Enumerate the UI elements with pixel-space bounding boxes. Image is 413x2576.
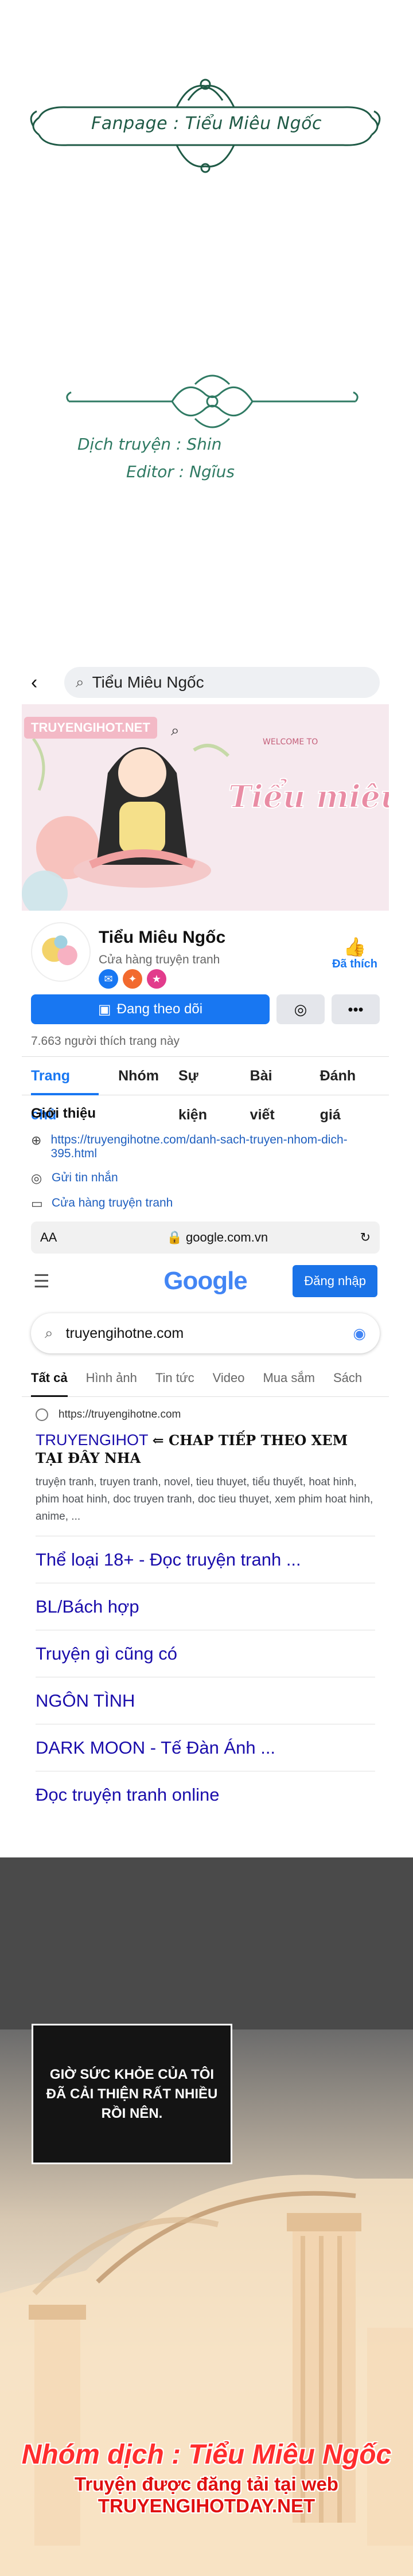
page-header: Tiểu Miêu Ngốc Cửa hàng truyện tranh ✉ ✦… (22, 911, 389, 992)
cover-photo: WELCOME TO Tiểu miêu ngốc TRUYENGIHOT.NE… (22, 704, 389, 911)
phone-screenshot: ‹ ⌕ Tiểu Miêu Ngốc WELCOME TO Tiểu miêu … (22, 661, 389, 1857)
tab-shopping[interactable]: Mua sắm (263, 1359, 314, 1397)
tab-books[interactable]: Sách (333, 1359, 362, 1397)
page-badges: ✉ ✦ ★ (99, 969, 166, 989)
result-title-text[interactable]: TRUYENGIHOT (36, 1431, 148, 1449)
sitelink-item[interactable]: Truyện gì cũng có (36, 1630, 375, 1677)
sitelink-item[interactable]: BL/Bách hợp (36, 1583, 375, 1630)
tab-news[interactable]: Tin tức (155, 1359, 194, 1397)
search-icon: ⌕ (45, 1324, 53, 1341)
search-result: https://truyengihotne.com TRUYENGIHOT ⇐ … (22, 1397, 389, 1525)
sitelink-item[interactable]: NGÔN TÌNH (36, 1677, 375, 1724)
cover-title-text: Tiểu miêu ngốc (228, 778, 389, 815)
google-tabs: Tất cả Hình ảnh Tin tức Video Mua sắm Sá… (22, 1359, 389, 1397)
page-avatar[interactable] (31, 922, 91, 982)
favicon-icon (36, 1408, 48, 1421)
page-name: Tiểu Miêu Ngốc (99, 928, 226, 947)
menu-icon[interactable]: ☰ (33, 1270, 50, 1292)
url-value: google.com.vn (186, 1230, 268, 1244)
result-url[interactable]: https://truyengihotne.com (59, 1408, 181, 1421)
google-header: ☰ Google Đăng nhập (22, 1254, 389, 1309)
sign-in-button[interactable]: Đăng nhập (293, 1265, 377, 1297)
tab-posts[interactable]: Bài viết (250, 1056, 301, 1123)
search-icon: ⌕ (171, 721, 180, 739)
editor-credit: Editor : Ngĩus (126, 462, 235, 481)
more-button[interactable]: ••• (332, 994, 380, 1024)
group-watermark: Nhóm dịch : Tiểu Miêu Ngốc (21, 2440, 392, 2470)
sitelink-item[interactable]: DARK MOON - Tế Đàn Ánh ... (36, 1724, 375, 1771)
manga-panel: GIỜ SỨC KHỎE CỦA TÔI ĐÃ CẢI THIỆN RẤT NH… (0, 1857, 413, 2576)
google-logo-text: Google (163, 1267, 248, 1295)
cover-watermark: TRUYENGIHOT.NET (24, 717, 157, 739)
browser-url-bar[interactable]: AA 🔒 google.com.vn ↻ (31, 1221, 380, 1254)
sitelinks: Thể loại 18+ - Đọc truyện tranh ... BL/B… (22, 1525, 389, 1818)
follow-icon: ▣ (98, 1001, 111, 1017)
thumbs-up-icon: 👍 (343, 936, 367, 957)
messenger-icon: ◎ (31, 1171, 42, 1185)
site-watermark: Truyện được đăng tải tại web TRUYENGIHOT… (75, 2473, 338, 2516)
facebook-search-value: Tiểu Miêu Ngốc (92, 673, 204, 691)
sitelink-item[interactable]: Đọc truyện tranh online (36, 1771, 375, 1818)
search-icon: ⌕ (76, 673, 84, 690)
fanpage-credit: Fanpage : Tiểu Miêu Ngốc (91, 114, 322, 134)
back-arrow-icon[interactable]: ‹ (31, 672, 54, 694)
tab-video[interactable]: Video (213, 1359, 245, 1397)
fire-badge-icon[interactable]: ✦ (123, 969, 142, 989)
globe-icon: ⊕ (31, 1133, 42, 1148)
messenger-button[interactable]: ◎ (276, 994, 325, 1024)
page-tabs: Trang chủ Nhóm Sự kiện Bài viết Đánh giá (22, 1056, 389, 1123)
star-badge-icon[interactable]: ★ (147, 969, 166, 989)
liked-button[interactable]: 👍 Đã thích (332, 936, 377, 971)
text-size-button[interactable]: AA (40, 1230, 75, 1245)
intro-message-link[interactable]: Gửi tin nhắn (52, 1171, 118, 1185)
google-query[interactable]: truyengihotne.com (66, 1325, 184, 1342)
tab-home[interactable]: Trang chủ (31, 1056, 99, 1123)
follow-button[interactable]: ▣ Đang theo dõi (31, 994, 270, 1024)
credits-panel: Fanpage : Tiểu Miêu Ngốc Dịch truyện : S… (0, 0, 413, 659)
result-title[interactable]: TRUYENGIHOT ⇐ CHAP TIẾP THEO XEM TẠI ĐÂY… (36, 1431, 375, 1467)
tab-all[interactable]: Tất cả (31, 1359, 68, 1397)
more-icon: ••• (348, 1000, 364, 1018)
tab-images[interactable]: Hình ảnh (86, 1359, 137, 1397)
ornamental-divider (66, 374, 359, 428)
facebook-search-bar[interactable]: ⌕ Tiểu Miêu Ngốc (64, 667, 380, 698)
intro-website-row[interactable]: ⊕ https://truyengihotne.com/danh-sach-tr… (31, 1133, 380, 1161)
intro-website-link[interactable]: https://truyengihotne.com/danh-sach-truy… (51, 1133, 380, 1161)
lock-icon: 🔒 (166, 1230, 182, 1244)
intro-message-row[interactable]: ◎ Gửi tin nhắn (31, 1171, 380, 1186)
liked-label: Đã thích (332, 958, 377, 970)
reload-icon[interactable]: ↻ (360, 1230, 371, 1245)
intro-category-row[interactable]: ▭ Cửa hàng truyện tranh (31, 1196, 380, 1211)
tab-events[interactable]: Sự kiện (178, 1056, 231, 1123)
translator-credit: Dịch truyện : Shin (77, 435, 222, 454)
messenger-icon: ◎ (294, 1000, 307, 1018)
camera-icon[interactable]: ◉ (353, 1325, 366, 1342)
shop-icon: ▭ (31, 1196, 43, 1211)
intro-category-link[interactable]: Cửa hàng truyện tranh (52, 1196, 173, 1210)
page-actions: ▣ Đang theo dõi ◎ ••• (22, 992, 389, 1027)
url-text: 🔒 google.com.vn (75, 1230, 360, 1245)
messenger-badge-icon[interactable]: ✉ (99, 969, 118, 989)
follow-label: Đang theo dõi (116, 1001, 203, 1017)
google-search-box[interactable]: ⌕ truyengihotne.com ◉ (31, 1313, 380, 1353)
cover-welcome-text: WELCOME TO (263, 737, 318, 747)
tab-groups[interactable]: Nhóm (118, 1056, 159, 1095)
likes-count: 7.663 người thích trang này (31, 1035, 180, 1048)
sitelink-item[interactable]: Thể loại 18+ - Đọc truyện tranh ... (36, 1536, 375, 1583)
facebook-top-bar: ‹ ⌕ Tiểu Miêu Ngốc (22, 661, 389, 704)
page-category: Cửa hàng truyện tranh (99, 953, 220, 966)
tab-reviews[interactable]: Đánh giá (320, 1056, 380, 1123)
narration-box: GIỜ SỨC KHỎE CỦA TÔI ĐÃ CẢI THIỆN RẤT NH… (32, 2024, 232, 2164)
result-snippet: truyện tranh, truyen tranh, novel, tieu … (36, 1476, 373, 1523)
result-site[interactable]: https://truyengihotne.com (36, 1408, 375, 1421)
